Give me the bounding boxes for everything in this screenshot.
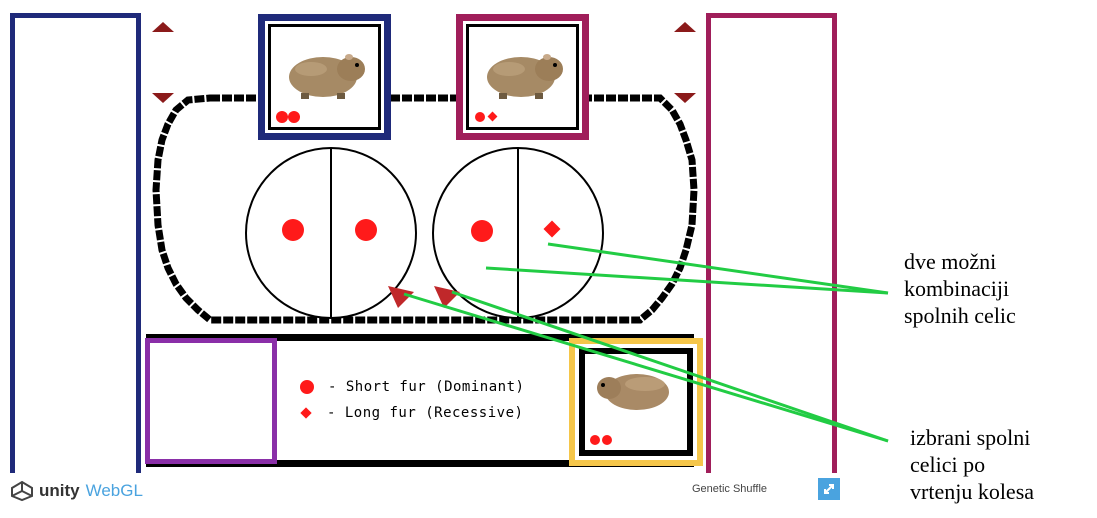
game-title: Genetic Shuffle [692, 483, 768, 495]
annotation-line [403, 292, 889, 443]
unity-brand-text: unity [39, 481, 80, 500]
annotation-line [547, 242, 889, 295]
annotation-combinations: dve možni kombinaciji spolnih celic [904, 248, 1094, 329]
unity-footer: unity WebGL [10, 478, 143, 504]
annotation-line-text: dve možni [904, 249, 997, 274]
annotation-line-text: spolnih celic [904, 303, 1016, 328]
unity-logo-icon [11, 480, 33, 502]
fullscreen-button[interactable] [818, 478, 840, 500]
annotation-selected: izbrani spolni celici po vrtenju kolesa [910, 424, 1095, 505]
annotation-line-text: kombinaciji [904, 276, 1010, 301]
annotation-line-text: vrtenju kolesa [910, 479, 1035, 504]
annotation-line [485, 266, 889, 295]
annotation-line-text: celici po [910, 452, 986, 477]
annotation-line-text: izbrani spolni [910, 425, 1031, 450]
webgl-brand-text: WebGL [85, 481, 143, 500]
fullscreen-icon [824, 484, 834, 494]
annotation-line [451, 290, 889, 443]
